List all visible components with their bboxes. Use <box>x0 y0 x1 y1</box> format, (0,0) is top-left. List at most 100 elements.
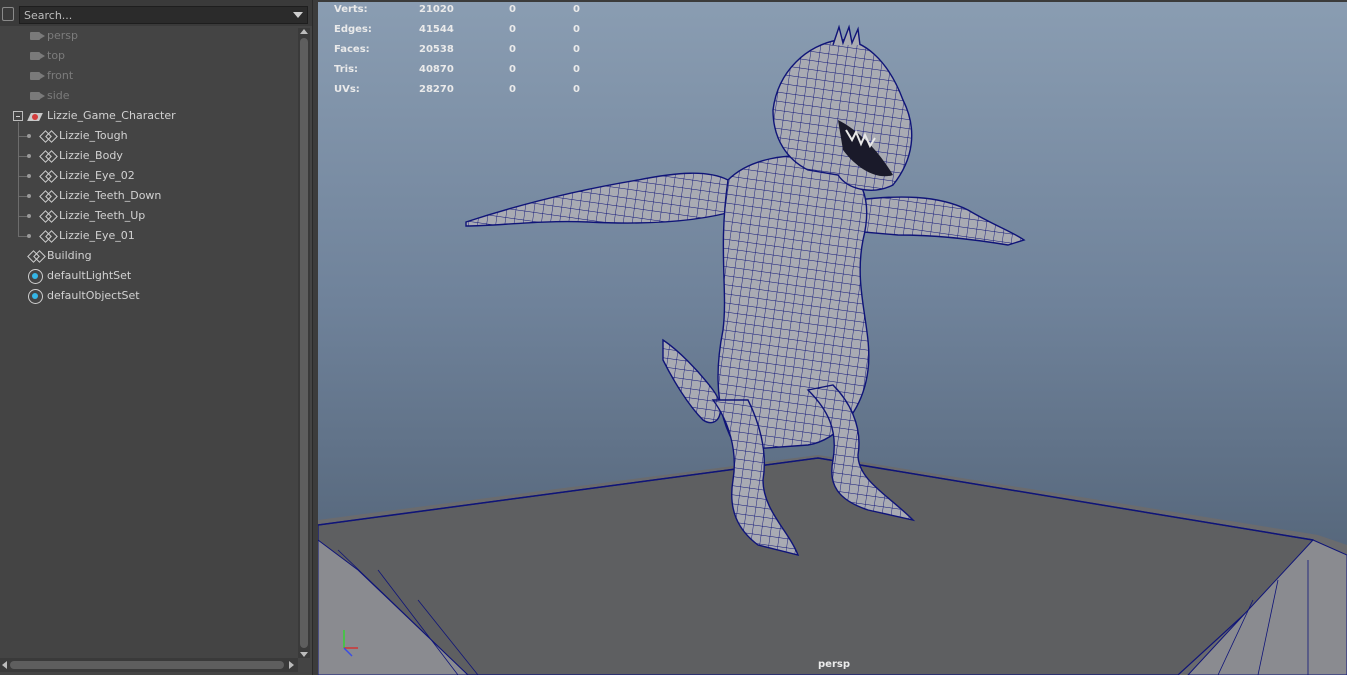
vertical-scrollbar[interactable] <box>298 28 310 658</box>
collapse-toggle-icon[interactable] <box>13 111 23 121</box>
hud-value: 40870 <box>419 64 454 75</box>
outliner-item-lizzie-eye-02[interactable]: Lizzie_Eye_02 <box>0 166 298 186</box>
set-icon <box>28 269 43 284</box>
outliner-item-lizzie-teeth-down[interactable]: Lizzie_Teeth_Down <box>0 186 298 206</box>
vertical-scroll-thumb[interactable] <box>300 38 308 648</box>
node-dot-icon <box>27 154 31 158</box>
hud-value: 28270 <box>419 84 454 95</box>
hud-value: 0 <box>573 64 580 75</box>
outliner-item-label: defaultObjectSet <box>47 289 140 302</box>
lizzie-spikes <box>832 24 861 46</box>
outliner-item-building[interactable]: Building <box>0 246 298 266</box>
outliner-item-label: Lizzie_Eye_01 <box>59 229 135 242</box>
tree-branch-line <box>18 236 27 237</box>
viewport-3d[interactable]: Verts: 21020 0 0 Edges: 41544 0 0 Faces:… <box>318 0 1347 675</box>
outliner-item-lizzie-eye-01[interactable]: Lizzie_Eye_01 <box>0 226 298 246</box>
hud-value: 0 <box>509 84 516 95</box>
camera-icon <box>30 72 40 80</box>
camera-icon <box>30 92 40 100</box>
hud-row-tris: Tris: 40870 0 0 <box>334 64 604 84</box>
hud-value: 21020 <box>419 4 454 15</box>
outliner-item-label: Building <box>47 249 92 262</box>
outliner-item-default-object-set[interactable]: defaultObjectSet <box>0 286 298 306</box>
node-dot-icon <box>27 194 31 198</box>
tree-branch-line <box>18 196 27 197</box>
outliner-toolbar <box>0 0 312 26</box>
mesh-icon <box>41 190 55 202</box>
mesh-icon <box>41 130 55 142</box>
camera-icon <box>30 32 40 40</box>
tree-branch-line <box>18 156 27 157</box>
tree-branch-line <box>18 136 27 137</box>
outliner-item-label: persp <box>47 29 78 42</box>
filter-icon[interactable] <box>2 7 14 21</box>
hud-label: UVs: <box>334 84 360 95</box>
hud-value: 0 <box>509 44 516 55</box>
outliner-item-label: top <box>47 49 66 62</box>
hud-value: 0 <box>509 24 516 35</box>
horizontal-scrollbar[interactable] <box>0 658 298 672</box>
scroll-down-arrow-icon[interactable] <box>300 652 308 657</box>
outliner-item-label: side <box>47 89 70 102</box>
hud-label: Faces: <box>334 44 370 55</box>
hud-value: 41544 <box>419 24 454 35</box>
tree-branch-line <box>18 216 27 217</box>
search-box[interactable] <box>19 6 308 24</box>
hud-label: Verts: <box>334 4 368 15</box>
outliner-item-top[interactable]: top <box>0 46 298 66</box>
outliner-item-lizzie-game-character[interactable]: Lizzie_Game_Character <box>0 106 298 126</box>
hud-row-verts: Verts: 21020 0 0 <box>334 4 604 24</box>
node-dot-icon <box>27 234 31 238</box>
chevron-down-icon[interactable] <box>293 12 303 18</box>
hud-value: 0 <box>573 84 580 95</box>
building-mesh <box>318 455 1347 675</box>
outliner-item-default-light-set[interactable]: defaultLightSet <box>0 266 298 286</box>
hud-value: 0 <box>573 44 580 55</box>
hud-label: Tris: <box>334 64 359 75</box>
scroll-left-arrow-icon[interactable] <box>2 661 7 669</box>
hud-value: 0 <box>573 24 580 35</box>
group-icon <box>28 110 44 122</box>
outliner-item-lizzie-teeth-up[interactable]: Lizzie_Teeth_Up <box>0 206 298 226</box>
outliner-item-label: defaultLightSet <box>47 269 132 282</box>
outliner-item-label: Lizzie_Eye_02 <box>59 169 135 182</box>
scroll-right-arrow-icon[interactable] <box>289 661 294 669</box>
outliner-item-lizzie-tough[interactable]: Lizzie_Tough <box>0 126 298 146</box>
outliner-item-label: Lizzie_Game_Character <box>47 109 176 122</box>
outliner-item-label: Lizzie_Body <box>59 149 123 162</box>
outliner-panel: persp top front side Lizzie_Game_Charact… <box>0 0 312 675</box>
search-input[interactable] <box>24 8 284 23</box>
hud-value: 0 <box>509 4 516 15</box>
poly-count-hud: Verts: 21020 0 0 Edges: 41544 0 0 Faces:… <box>334 4 604 104</box>
mesh-icon <box>41 170 55 182</box>
outliner-item-side[interactable]: side <box>0 86 298 106</box>
hud-row-faces: Faces: 20538 0 0 <box>334 44 604 64</box>
mesh-icon <box>41 150 55 162</box>
camera-icon <box>30 52 40 60</box>
hud-value: 20538 <box>419 44 454 55</box>
mesh-icon <box>29 250 43 262</box>
outliner-item-front[interactable]: front <box>0 66 298 86</box>
node-dot-icon <box>27 134 31 138</box>
hud-value: 0 <box>573 4 580 15</box>
viewport-top-border <box>318 0 1347 2</box>
viewport-camera-label: persp <box>818 659 850 670</box>
hud-value: 0 <box>509 64 516 75</box>
outliner-item-label: front <box>47 69 74 82</box>
outliner-item-persp[interactable]: persp <box>0 26 298 46</box>
hud-row-uvs: UVs: 28270 0 0 <box>334 84 604 104</box>
hud-row-edges: Edges: 41544 0 0 <box>334 24 604 44</box>
outliner-item-label: Lizzie_Teeth_Up <box>59 209 146 222</box>
scroll-up-arrow-icon[interactable] <box>300 29 308 34</box>
mesh-icon <box>41 230 55 242</box>
mesh-icon <box>41 210 55 222</box>
horizontal-scroll-thumb[interactable] <box>10 661 284 669</box>
hud-label: Edges: <box>334 24 372 35</box>
tree-branch-line <box>18 176 27 177</box>
set-icon <box>28 289 43 304</box>
outliner-item-label: Lizzie_Tough <box>59 129 128 142</box>
outliner-item-label: Lizzie_Teeth_Down <box>59 189 162 202</box>
outliner-item-lizzie-body[interactable]: Lizzie_Body <box>0 146 298 166</box>
node-dot-icon <box>27 174 31 178</box>
node-dot-icon <box>27 214 31 218</box>
